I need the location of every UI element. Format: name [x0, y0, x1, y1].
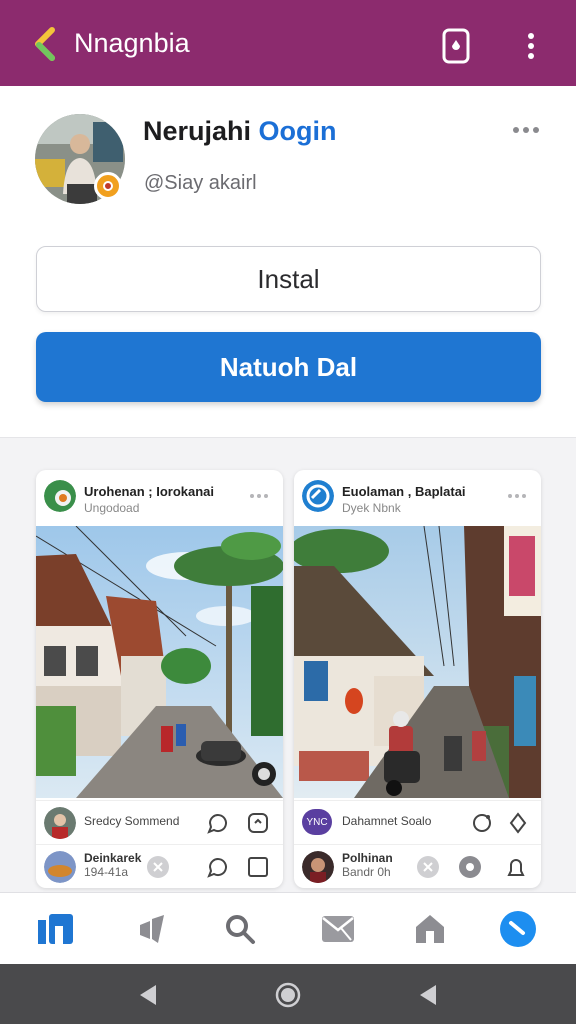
nav-mail[interactable]: [318, 909, 358, 949]
post-comment-row: YNC Dahamnet Soalo: [294, 800, 541, 842]
post-author-row: Polhinan Bandr 0h: [294, 844, 541, 886]
primary-action-button[interactable]: Natuoh Dal: [36, 332, 541, 402]
commenter-avatar[interactable]: [44, 807, 76, 839]
app-bar: Nnagnbia: [0, 0, 576, 86]
post-header: Urohenan ; Iorokanai Ungodoad: [36, 470, 283, 526]
share-icon[interactable]: [246, 811, 270, 835]
author-meta: Bandr 0h: [342, 865, 391, 879]
post-card[interactable]: Euolaman , Baplatai Dyek Nbnk YNC Dahamn…: [294, 470, 541, 888]
app-title: Nnagnbia: [74, 28, 190, 58]
more-horizontal-icon[interactable]: [507, 492, 527, 500]
nav-home[interactable]: [36, 909, 76, 949]
post-header: Euolaman , Baplatai Dyek Nbnk: [294, 470, 541, 526]
post-avatar[interactable]: [44, 480, 76, 512]
more-horizontal-icon: [513, 127, 539, 133]
author-meta: 194-41a: [84, 865, 129, 879]
chevron-left-icon: [35, 27, 55, 61]
more-menu-button[interactable]: [517, 28, 545, 64]
install-button[interactable]: Instal: [36, 246, 541, 312]
store-icon: [416, 915, 444, 943]
post-tag[interactable]: YNC: [302, 809, 332, 835]
feed: Urohenan ; Iorokanai Ungodoad Sredcy Som…: [0, 438, 576, 892]
back-button[interactable]: [30, 26, 60, 62]
nav-announcements[interactable]: [132, 909, 172, 949]
home-circle-icon[interactable]: [275, 982, 301, 1008]
post-avatar[interactable]: [302, 480, 334, 512]
post-subtitle: Ungodoad: [84, 501, 140, 515]
shield-icon: [442, 28, 470, 64]
post-title: Urohenan ; Iorokanai: [84, 484, 215, 499]
post-photo[interactable]: [294, 526, 541, 798]
profile-name-first: Nerujahi: [143, 116, 252, 146]
more-vertical-icon: [528, 33, 534, 59]
mail-icon: [322, 916, 354, 942]
bell-icon[interactable]: [504, 855, 528, 879]
author-avatar[interactable]: [302, 851, 334, 883]
compass-icon: [500, 911, 536, 947]
author-name: Polhinan: [342, 851, 393, 865]
recents-triangle-icon[interactable]: [416, 982, 442, 1008]
checkbox-icon[interactable]: [246, 855, 270, 879]
more-horizontal-icon[interactable]: [249, 492, 269, 500]
profile-name: Nerujahi Oogin: [143, 116, 337, 147]
post-author-row: Deinkarek 194-41a: [36, 844, 283, 886]
post-title: Euolaman , Baplatai: [342, 484, 466, 499]
megaphone-icon: [140, 915, 164, 943]
profile-section: Nerujahi Oogin @Siay akairl Instal Natuo…: [0, 86, 576, 438]
nav-store[interactable]: [410, 909, 450, 949]
profile-handle: @Siay akairl: [144, 172, 257, 194]
profile-more-button[interactable]: [512, 120, 540, 140]
share-icon[interactable]: [506, 811, 530, 835]
author-name: Deinkarek: [84, 851, 142, 865]
post-comment-row: Sredcy Sommend: [36, 800, 283, 842]
post-subtitle: Dyek Nbnk: [342, 501, 401, 515]
profile-name-brand: Oogin: [258, 116, 337, 146]
nav-explore[interactable]: [498, 909, 538, 949]
author-avatar[interactable]: [44, 851, 76, 883]
bottom-navigation: [0, 892, 576, 964]
message-icon[interactable]: [206, 855, 230, 879]
post-card[interactable]: Urohenan ; Iorokanai Ungodoad Sredcy Som…: [36, 470, 283, 888]
comment-text: Sredcy Sommend: [84, 814, 180, 828]
back-triangle-icon[interactable]: [136, 982, 162, 1008]
system-navigation-bar: [0, 964, 576, 1024]
close-icon[interactable]: [146, 855, 170, 879]
close-icon[interactable]: [416, 855, 440, 879]
search-icon: [226, 915, 255, 944]
home-icon: [38, 914, 73, 944]
comment-text: Dahamnet Soalo: [342, 814, 432, 828]
shield-button[interactable]: [442, 28, 470, 64]
post-photo[interactable]: [36, 526, 283, 798]
refresh-icon[interactable]: [470, 811, 494, 835]
comment-icon[interactable]: [206, 811, 230, 835]
verified-badge: [94, 172, 122, 200]
settings-icon[interactable]: [458, 855, 482, 879]
nav-search[interactable]: [220, 909, 260, 949]
